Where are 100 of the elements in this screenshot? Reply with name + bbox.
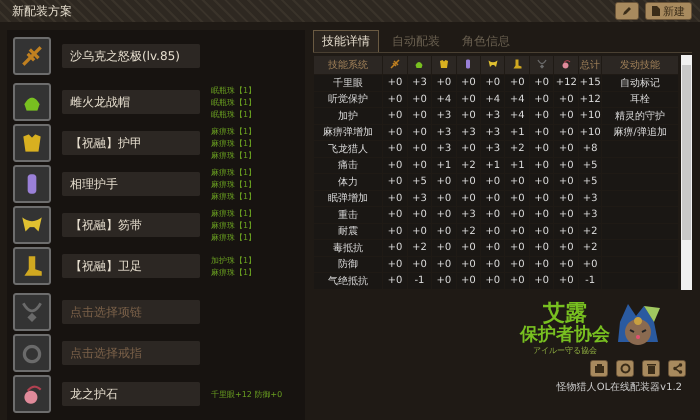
table-cell: +0 (510, 226, 525, 237)
table-cell: +5 (582, 160, 598, 171)
equipment-name[interactable]: 龙之护石 (62, 382, 200, 406)
table-cell: 防御 (338, 259, 358, 270)
share-button[interactable] (668, 360, 686, 376)
legs-icon (511, 58, 524, 70)
table-cell: +0 (534, 176, 550, 188)
table-cell: +0 (436, 176, 452, 188)
tab[interactable]: 技能详情 (313, 30, 379, 52)
edit-button[interactable] (615, 2, 639, 20)
gem-label: 麻痹珠【1】 (211, 178, 256, 190)
table-cell: +10 (580, 110, 601, 122)
table-cell: 眠弹增加 (328, 193, 368, 204)
print-button[interactable] (590, 360, 608, 376)
table-cell: +0 (460, 275, 476, 286)
table-cell: 体力 (338, 176, 358, 188)
table-cell: +3 (485, 143, 500, 154)
table-cell: +3 (436, 143, 452, 154)
gem-label: 麻痹珠【1】 (211, 266, 256, 278)
table-cell: +0 (388, 176, 402, 188)
table-cell: +0 (460, 143, 476, 154)
table-cell: +0 (534, 226, 550, 237)
table-cell: +0 (412, 94, 427, 105)
table-cell: +0 (412, 110, 427, 122)
equipment-name[interactable]: 【祝融】笏带 (62, 213, 200, 237)
charm-icon (560, 58, 572, 70)
logo-tagline: アイルー守る協会 (533, 344, 597, 356)
table-cell: +0 (485, 258, 500, 270)
table-cell: +0 (485, 242, 500, 254)
table-cell: +2 (460, 160, 476, 171)
equipment-slot[interactable] (13, 247, 51, 285)
scrollbar[interactable] (681, 55, 692, 290)
table-cell: +0 (485, 209, 500, 220)
logo-title: 艾露 (543, 303, 587, 326)
table-cell: +0 (534, 160, 550, 171)
table-cell: +0 (388, 77, 402, 88)
table-cell: +0 (460, 192, 476, 204)
equipment-slot[interactable] (13, 375, 51, 413)
delete-button[interactable] (642, 360, 660, 376)
refresh-button[interactable] (616, 360, 634, 376)
table-cell: +0 (534, 110, 550, 122)
gem-label: 眠瓶珠【1】 (211, 108, 256, 120)
table-cell: 耐震 (338, 226, 358, 238)
table-cell: +15 (580, 77, 601, 88)
charm-skills: 千里眼+12 防御+0 (211, 388, 282, 400)
equipment-slot[interactable] (13, 37, 51, 75)
table-cell: +0 (534, 126, 550, 138)
table-cell: +0 (388, 275, 402, 286)
gem-label: 麻痹珠【1】 (211, 150, 256, 160)
table-cell: 麻痹弹增加 (323, 127, 374, 138)
table-cell: +0 (485, 226, 500, 237)
table-cell: 加护 (338, 110, 358, 122)
table-cell: 重击 (338, 210, 358, 221)
table-cell: +0 (412, 226, 427, 237)
table-cell: +3 (412, 77, 427, 88)
table-cell: +0 (388, 94, 402, 105)
equipment-name[interactable]: 沙乌克之怒极(lv.85) (62, 44, 200, 68)
waist-icon (486, 58, 499, 70)
equipment-name[interactable]: 雌火龙战帽 (62, 90, 200, 114)
table-cell: +3 (460, 209, 476, 220)
plan-title: 新配装方案 (12, 2, 73, 20)
equipment-slot[interactable] (13, 165, 51, 203)
equipment-name[interactable]: 【祝融】护甲 (62, 131, 200, 155)
table-cell: +5 (412, 176, 427, 188)
equipment-slot[interactable] (13, 83, 51, 121)
table-cell: +0 (436, 192, 452, 204)
table-cell: +1 (485, 160, 500, 171)
table-cell: +3 (436, 110, 452, 122)
table-cell: +3 (460, 126, 476, 138)
equipment-slot[interactable] (13, 206, 51, 244)
new-button[interactable]: 新建 (645, 2, 692, 20)
equipment-name[interactable]: 相理护手 (62, 172, 200, 196)
table-cell: +5 (582, 176, 598, 188)
table-cell: +0 (510, 258, 525, 270)
table-cell: +0 (510, 176, 525, 188)
table-cell: 气绝抵抗 (328, 276, 368, 287)
table-cell: 耳栓 (630, 94, 650, 106)
equipment-name[interactable]: 【祝融】卫足 (62, 254, 200, 278)
gem-label: 麻痹珠【1】 (211, 190, 256, 202)
table-cell: +1 (510, 126, 525, 138)
table-cell: +0 (388, 258, 402, 270)
gem-label: 眠瓶珠【1】 (211, 96, 256, 108)
table-cell: +3 (412, 192, 427, 204)
table-cell: +0 (534, 77, 550, 88)
table-cell: +0 (510, 209, 525, 220)
table-cell: +0 (436, 77, 452, 88)
table-cell: +0 (485, 192, 500, 204)
table-cell: +0 (534, 94, 550, 105)
table-cell: +0 (558, 275, 574, 286)
table-cell: 毒抵抗 (333, 242, 364, 254)
weapon-icon (389, 58, 402, 70)
table-cell: +0 (510, 275, 525, 286)
table-cell: +0 (558, 209, 574, 220)
gem-label: 麻痹珠【1】 (211, 220, 256, 230)
table-cell: +0 (412, 160, 427, 171)
gem-label: 加护珠【1】 (211, 254, 256, 266)
table-cell: +0 (485, 275, 500, 286)
table-cell: +0 (388, 143, 402, 154)
table-cell: +0 (388, 110, 402, 122)
equipment-slot[interactable] (13, 124, 51, 162)
